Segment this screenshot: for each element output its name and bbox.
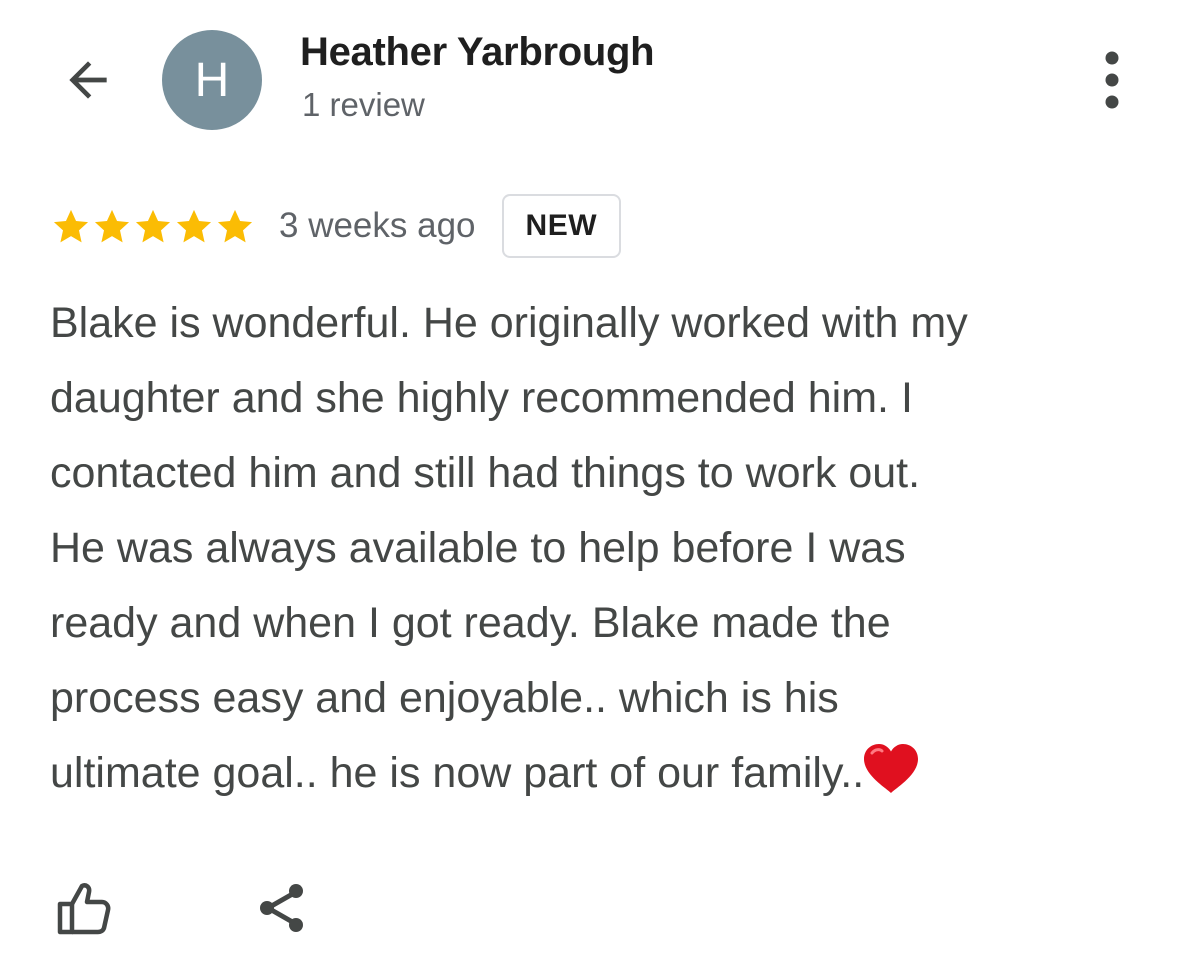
like-button[interactable] <box>46 872 118 944</box>
star-filled-icon <box>176 209 212 243</box>
arrow-back-icon <box>69 61 107 99</box>
star-filled-icon <box>135 209 171 243</box>
back-button[interactable] <box>52 44 124 116</box>
review-count: 1 review <box>302 86 425 123</box>
thumb-up-icon <box>57 883 111 935</box>
review-timestamp: 3 weeks ago <box>279 206 476 245</box>
new-badge: NEW <box>501 194 622 258</box>
star-filled-icon <box>53 209 89 243</box>
more-vert-icon <box>1105 51 1119 109</box>
share-button[interactable] <box>246 872 318 944</box>
share-icon <box>260 884 303 932</box>
avatar-letter: H <box>194 53 230 107</box>
heart-emoji <box>864 744 919 793</box>
review-text: Blake is wonderful. He originally worked… <box>50 286 1160 811</box>
rating-row: 3 weeks ago NEW <box>50 190 622 262</box>
star-rating <box>50 206 255 246</box>
star-filled-icon <box>217 209 253 243</box>
more-options-button[interactable] <box>1086 44 1138 116</box>
avatar[interactable]: H <box>162 30 262 130</box>
star-filled-icon <box>94 209 130 243</box>
review-body: Blake is wonderful. He originally worked… <box>50 299 968 797</box>
author-name[interactable]: Heather Yarbrough <box>300 30 655 75</box>
